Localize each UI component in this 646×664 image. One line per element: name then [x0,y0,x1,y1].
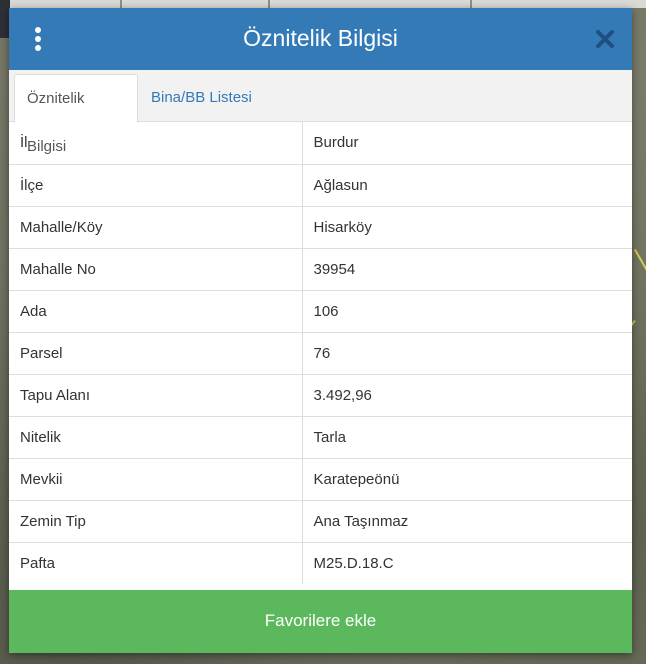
attribute-table: İl Burdur İlçe Ağlasun Mahalle/Köy Hisar… [9,122,632,584]
tab-attribute-info[interactable]: Öznitelik Bilgisi [14,74,138,155]
table-row: Nitelik Tarla [9,415,632,458]
attribute-value: M25.D.18.C [302,541,632,584]
table-row: Ada 106 [9,289,632,332]
dialog-title: Öznitelik Bilgisi [243,25,398,51]
attribute-value: 106 [302,289,632,332]
attribute-key: Nitelik [9,415,303,458]
attribute-key: İlçe [9,163,303,206]
add-to-favorites-button[interactable]: Favorilere ekle [9,590,632,653]
table-row: İlçe Ağlasun [9,163,632,206]
attribute-value: 3.492,96 [302,373,632,416]
table-row: İl Burdur [9,122,632,164]
attribute-table-container[interactable]: İl Burdur İlçe Ağlasun Mahalle/Köy Hisar… [9,122,632,590]
attribute-value: Burdur [313,134,359,152]
table-row: Mahalle No 39954 [9,247,632,290]
tab-bar: Öznitelik Bilgisi Bina/BB Listesi [9,70,632,155]
attribute-key: Zemin Tip [9,499,303,542]
close-icon[interactable] [592,26,618,52]
table-row: Mahalle/Köy Hisarköy [9,205,632,248]
attribute-key: Ada [9,289,303,332]
table-row: Tapu Alanı 3.492,96 [9,373,632,416]
map-top-strip [0,0,646,8]
table-row: Parsel 76 [9,331,632,374]
attribute-dialog: Öznitelik Bilgisi Öznitelik Bilgisi Bina… [9,8,632,653]
table-row: Mevkii Karatepeönü [9,457,632,500]
attribute-value: Hisarköy [302,205,632,248]
attribute-value: Tarla [302,415,632,458]
table-row: Zemin Tip Ana Taşınmaz [9,499,632,542]
vertical-ellipsis-icon[interactable] [29,24,49,54]
attribute-key: Mahalle No [9,247,303,290]
attribute-value: Ana Taşınmaz [302,499,632,542]
attribute-key: Mahalle/Köy [9,205,303,248]
dialog-header: Öznitelik Bilgisi [9,8,632,70]
attribute-key: Mevkii [9,457,303,500]
attribute-key: Tapu Alanı [9,373,303,416]
attribute-key: İl [9,122,303,164]
attribute-value: 39954 [302,247,632,290]
attribute-value: Karatepeönü [302,457,632,500]
attribute-key: Pafta [9,541,303,584]
attribute-key: Parsel [9,331,303,374]
attribute-value: 76 [302,331,632,374]
tab-building-list[interactable]: Bina/BB Listesi [139,74,264,123]
attribute-value: Ağlasun [302,163,632,206]
table-row: Pafta M25.D.18.C [9,541,632,584]
